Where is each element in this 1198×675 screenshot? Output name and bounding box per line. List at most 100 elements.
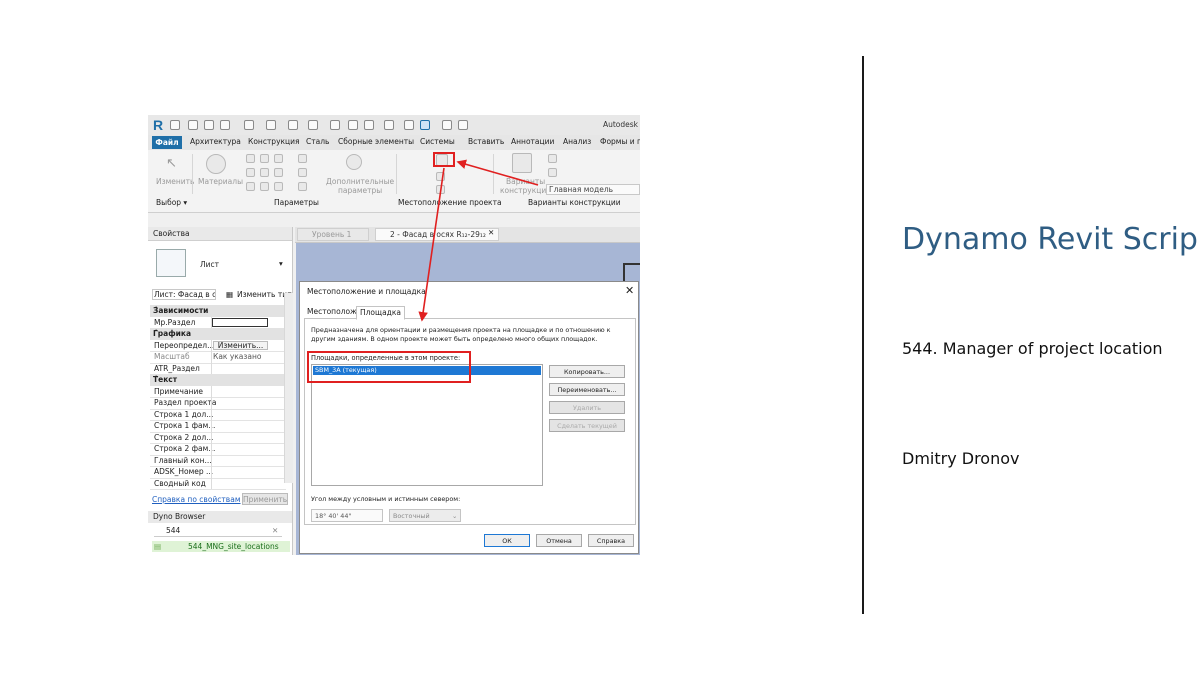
panel-schedules-icon[interactable] [298, 182, 307, 191]
property-row[interactable]: Сводный код [150, 477, 286, 490]
additional-settings-icon[interactable] [346, 154, 362, 170]
additional-settings-label-2[interactable]: параметры [338, 186, 382, 195]
additional-settings-label-1[interactable]: Дополнительные [326, 177, 394, 186]
modify-button[interactable]: Изменить [156, 177, 194, 186]
tag-icon[interactable] [348, 120, 358, 130]
close-icon[interactable]: ✕ [625, 284, 634, 297]
duplicate-button[interactable]: Копировать... [549, 365, 625, 378]
tab-massing[interactable]: Формы и г [600, 137, 640, 146]
snaps-icon[interactable] [260, 154, 269, 163]
shared-params-icon[interactable] [260, 168, 269, 177]
text-icon[interactable] [364, 120, 374, 130]
dialog-description: Предназначена для ориентации и размещени… [311, 326, 611, 343]
apply-button[interactable]: Применить [242, 493, 288, 505]
category-text[interactable]: Текст ⌃ [150, 374, 286, 386]
pick-to-edit-icon[interactable] [548, 168, 557, 177]
project-units-icon[interactable] [274, 182, 283, 191]
revit-logo-icon[interactable]: R [153, 117, 163, 133]
transfer-standards-icon[interactable] [246, 182, 255, 191]
script-title: Dynamo Revit Script [902, 222, 1198, 257]
type-selector[interactable]: Лист ▾ [154, 247, 284, 283]
main-model-select[interactable]: Главная модель [546, 184, 640, 195]
tab-architecture[interactable]: Архитектура [190, 137, 241, 146]
tab-steel[interactable]: Сталь [306, 137, 329, 146]
customize-icon[interactable] [458, 120, 468, 130]
dialog-title: Местоположение и площадка [307, 287, 426, 296]
tab-analyze[interactable]: Анализ [563, 137, 591, 146]
project-params-icon[interactable] [246, 168, 255, 177]
project-info-icon[interactable] [274, 154, 283, 163]
materials-button[interactable]: Материалы [198, 177, 243, 186]
redo-icon[interactable] [266, 120, 276, 130]
thin-lines-icon[interactable] [420, 120, 430, 130]
make-current-button[interactable]: Сделать текущей [549, 419, 625, 432]
print-icon[interactable] [288, 120, 298, 130]
view-tab-level1[interactable]: Уровень 1 [297, 228, 369, 241]
close-tab-icon[interactable]: ✕ [488, 228, 494, 237]
undo-icon[interactable] [244, 120, 254, 130]
ok-button[interactable]: ОК [484, 534, 530, 547]
rename-button[interactable]: Переименовать... [549, 383, 625, 396]
instance-filter-value: Лист: Фасад в с [154, 290, 216, 299]
tab-precast[interactable]: Сборные элементы [338, 137, 414, 146]
sync-icon[interactable] [220, 120, 230, 130]
measure-icon[interactable] [308, 120, 318, 130]
folder-icon[interactable] [188, 120, 198, 130]
edit-type-icon[interactable]: ▦ [226, 290, 233, 299]
dimension-icon[interactable] [330, 120, 340, 130]
direction-select[interactable]: Восточный ⌄ [389, 509, 461, 522]
property-edit-field[interactable] [212, 317, 268, 327]
mep-settings-icon[interactable] [298, 168, 307, 177]
properties-header: Свойства [148, 227, 292, 241]
dialog-body: Предназначена для ориентации и размещени… [304, 319, 636, 525]
properties-grid: Зависимости ⌃ Мр.Раздел Графика ⌃ Переопре… [150, 305, 286, 491]
3d-view-icon[interactable] [384, 120, 394, 130]
category-graphics[interactable]: Графика ⌃ [150, 328, 286, 340]
design-options-label-1[interactable]: Варианты [506, 177, 545, 186]
panel-select-label[interactable]: Выбор ▾ [156, 198, 187, 207]
angle-input[interactable]: 18° 40' 44" [311, 509, 383, 522]
quick-access-toolbar: R Autodesk [148, 115, 640, 136]
tab-structure[interactable]: Конструкция [248, 137, 300, 146]
clear-icon[interactable]: ✕ [272, 525, 278, 537]
chevron-down-icon[interactable]: ▾ [279, 259, 283, 268]
tab-file[interactable]: Файл [152, 136, 182, 149]
chevron-down-icon: ⌄ [452, 512, 458, 520]
instance-filter-select[interactable]: Лист: Фасад в с [152, 289, 216, 300]
ribbon-panel: ↖ Изменить Материалы Дополнительные пара… [148, 150, 640, 213]
structural-settings-icon[interactable] [298, 154, 307, 163]
materials-icon[interactable] [206, 154, 226, 174]
add-to-set-icon[interactable] [548, 154, 557, 163]
help-button[interactable]: Справка [588, 534, 634, 547]
object-styles-icon[interactable] [246, 154, 255, 163]
panel-location-label: Местоположение проекта [398, 198, 502, 207]
vertical-divider [862, 56, 864, 614]
tab-site[interactable]: Площадка [356, 306, 405, 320]
global-params-icon[interactable] [274, 168, 283, 177]
open-icon[interactable] [170, 120, 180, 130]
view-tab-elevation[interactable]: 2 - Фасад в осях R₁₂-29₁₂ [375, 228, 499, 241]
properties-scrollbar[interactable] [284, 293, 293, 483]
section-icon[interactable] [404, 120, 414, 130]
tab-annotate[interactable]: Аннотации [511, 137, 554, 146]
dyno-search-input[interactable]: 544 ✕ [154, 525, 282, 537]
category-constraints[interactable]: Зависимости ⌃ [150, 305, 286, 317]
tab-systems[interactable]: Системы [420, 137, 455, 146]
properties-palette: Свойства Лист ▾ Лист: Фасад в с ▦ Измени… [148, 227, 293, 555]
design-options-label-2[interactable]: конструкции [500, 186, 551, 195]
modify-cursor-icon[interactable]: ↖ [166, 156, 178, 171]
angle-label: Угол между условным и истинным севером: [311, 495, 461, 503]
switch-windows-icon[interactable] [442, 120, 452, 130]
tab-insert[interactable]: Вставить [468, 137, 504, 146]
cancel-button[interactable]: Отмена [536, 534, 582, 547]
purge-icon[interactable] [260, 182, 269, 191]
override-edit-button[interactable]: Изменить... [213, 340, 268, 350]
dyno-script-item[interactable]: ▤ 544_MNG_site_locations [152, 541, 290, 552]
properties-help-link[interactable]: Справка по свойствам [152, 495, 240, 504]
delete-button[interactable]: Удалить [549, 401, 625, 414]
position-icon[interactable] [436, 185, 445, 194]
save-icon[interactable] [204, 120, 214, 130]
coordinates-icon[interactable] [436, 172, 445, 181]
author-name: Dmitry Dronov [902, 449, 1020, 468]
design-options-icon[interactable] [512, 153, 532, 173]
